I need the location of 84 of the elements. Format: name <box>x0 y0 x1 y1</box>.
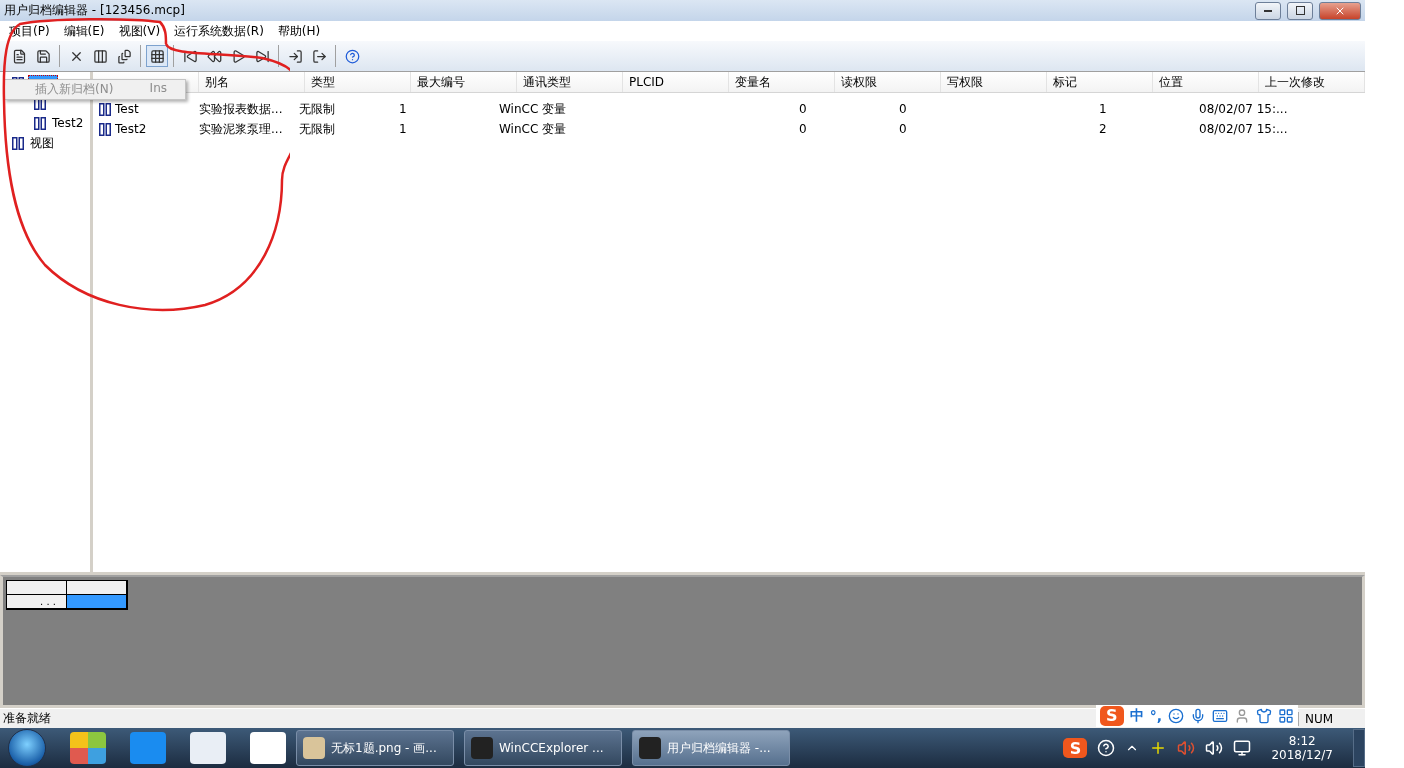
table-cell: Test <box>115 102 139 116</box>
menu-item[interactable]: 运行系统数据(R) <box>167 22 271 40</box>
archive-icon <box>34 116 46 130</box>
microphone-icon[interactable] <box>1190 707 1206 724</box>
logout-icon <box>311 48 327 64</box>
table-cell: 1 <box>399 102 407 116</box>
menu-item[interactable]: 编辑(E) <box>56 22 112 40</box>
table-cell: 1 <box>399 122 407 136</box>
column-header[interactable]: 写权限 <box>947 73 983 91</box>
table-cell: 0 <box>899 122 907 136</box>
table-cell: 08/02/07 15:... <box>1199 122 1288 136</box>
column-header[interactable]: 别名 <box>205 73 229 91</box>
help-icon[interactable] <box>1097 739 1116 757</box>
start-button[interactable] <box>8 729 46 767</box>
grid-icon[interactable] <box>1278 707 1294 724</box>
window-title: 用户归档编辑器 - [123456.mcp] <box>4 2 186 19</box>
keyboard-icon[interactable] <box>1212 707 1228 724</box>
user-icon[interactable] <box>1234 707 1250 724</box>
restore-icon <box>1295 6 1305 15</box>
document-icon <box>11 48 27 64</box>
table-cell: WinCC 变量 <box>499 100 567 118</box>
taskbar-button[interactable]: 用户归档编辑器 -... <box>632 730 790 766</box>
tree-item[interactable]: 视图 <box>28 134 56 152</box>
skip-back-icon <box>182 48 198 64</box>
shirt-icon[interactable] <box>1256 707 1272 724</box>
archive-icon <box>99 102 111 116</box>
column-header[interactable]: 读权限 <box>841 73 877 91</box>
num-lock-indicator: NUM <box>1298 711 1365 726</box>
help-icon <box>344 48 360 64</box>
documents-icon <box>116 48 132 64</box>
grid-cell[interactable] <box>67 581 127 595</box>
taskbar-button[interactable]: WinCCExplorer ... <box>464 730 622 766</box>
column-header[interactable]: 变量名 <box>735 73 771 91</box>
clock[interactable]: 8:12 2018/12/7 <box>1261 734 1343 762</box>
column-header[interactable]: 标记 <box>1053 73 1077 91</box>
column-header[interactable]: PLCID <box>629 75 665 89</box>
toolbar-button[interactable] <box>146 45 168 67</box>
grid-cell[interactable] <box>7 581 67 595</box>
skip-forward-icon <box>254 48 270 64</box>
table-cell: 实验泥浆泵理... <box>199 120 283 138</box>
table-cell: Test2 <box>115 122 147 136</box>
grid-cell[interactable] <box>67 595 127 609</box>
minimize-icon <box>1264 9 1272 12</box>
grid-icon <box>149 48 165 64</box>
table-cell: 0 <box>799 102 807 116</box>
table-cell: 0 <box>799 122 807 136</box>
archive-icon <box>99 122 111 136</box>
column-header[interactable]: 最大编号 <box>417 73 465 91</box>
menu-item[interactable]: 视图(V) <box>111 22 168 40</box>
table-cell: 0 <box>899 102 907 116</box>
status-text: 准备就绪 <box>2 710 52 727</box>
volume-icon[interactable] <box>1205 739 1224 757</box>
column-header[interactable]: 上一次修改 <box>1265 73 1325 91</box>
app-icon <box>471 737 493 759</box>
table-cell: 无限制 <box>299 100 335 118</box>
taskbar-button[interactable]: 无标1题.png - 画... <box>296 730 454 766</box>
table-cell: WinCC 变量 <box>499 120 567 138</box>
archive-icon <box>12 136 24 150</box>
column-header[interactable]: 类型 <box>311 73 335 91</box>
app-icon <box>303 737 325 759</box>
play-icon <box>230 48 246 64</box>
restore-button[interactable] <box>1287 1 1313 20</box>
grid-cell[interactable]: . . . <box>7 595 67 609</box>
columns-icon <box>92 48 108 64</box>
table-cell: 无限制 <box>299 120 335 138</box>
table-cell: 实验报表数据... <box>199 100 283 118</box>
ime-mode[interactable]: °, <box>1149 707 1162 724</box>
rewind-icon <box>206 48 222 64</box>
login-icon <box>287 48 303 64</box>
menu-item[interactable]: 帮助(H) <box>270 22 328 40</box>
column-header[interactable]: 通讯类型 <box>523 73 571 91</box>
table-cell: 1 <box>1099 102 1107 116</box>
save-icon <box>35 48 51 64</box>
minimize-button[interactable] <box>1255 1 1281 20</box>
table-cell: 08/02/07 15:... <box>1199 102 1288 116</box>
tree-item[interactable]: Test2 <box>50 116 86 130</box>
app-icon <box>639 737 661 759</box>
ime-mode[interactable]: 中 <box>1129 706 1144 725</box>
smile-icon[interactable] <box>1168 707 1184 724</box>
speaker-icon[interactable] <box>1177 739 1196 757</box>
column-header[interactable]: 位置 <box>1159 73 1183 91</box>
network-icon[interactable] <box>1233 739 1252 757</box>
close-button[interactable] <box>1319 1 1361 20</box>
table-cell: 2 <box>1099 122 1107 136</box>
